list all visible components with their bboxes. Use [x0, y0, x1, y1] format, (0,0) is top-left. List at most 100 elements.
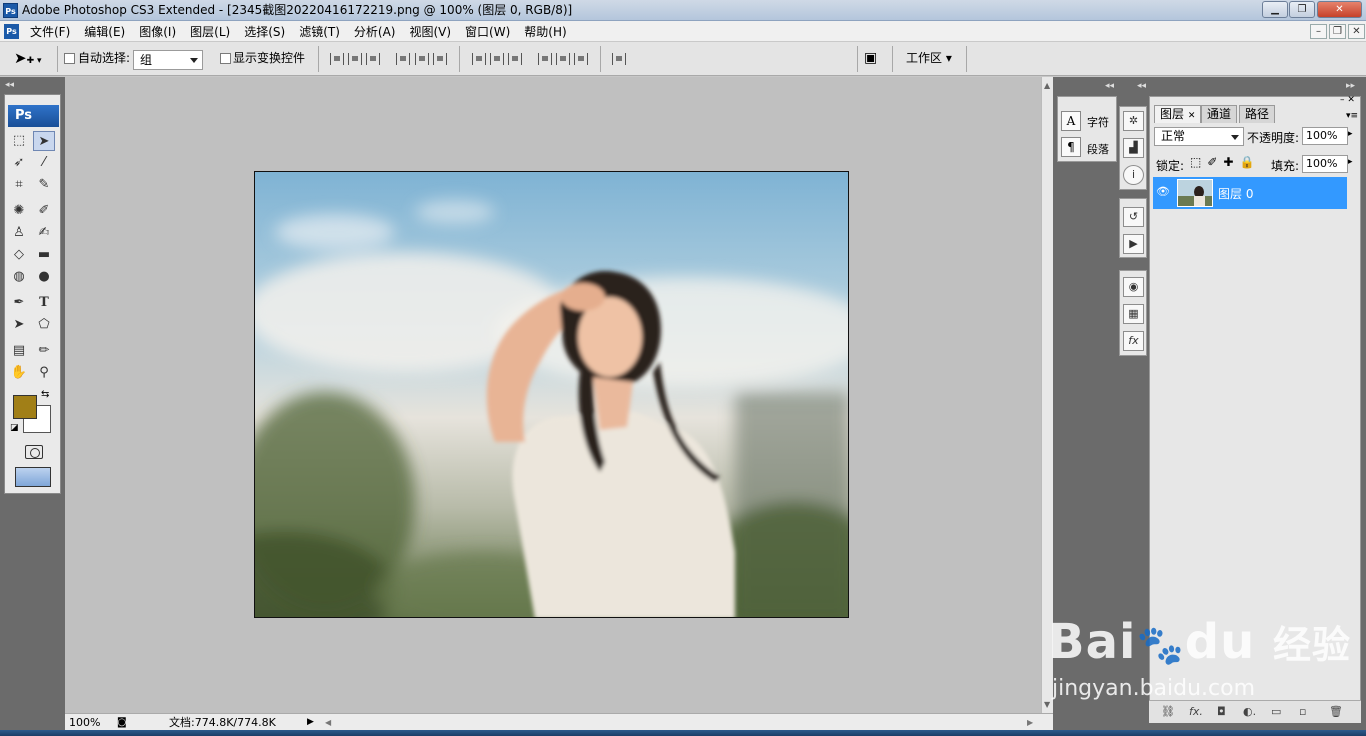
- menu-select[interactable]: 选择(S): [244, 24, 285, 40]
- distribute-top-icon[interactable]: [472, 53, 486, 65]
- character-icon[interactable]: A: [1061, 111, 1081, 131]
- distribute-right-icon[interactable]: [574, 53, 588, 65]
- menu-file[interactable]: 文件(F): [30, 24, 70, 40]
- menu-help[interactable]: 帮助(H): [524, 24, 566, 40]
- history-icon[interactable]: ↺: [1123, 207, 1144, 227]
- align-right-icon[interactable]: [433, 53, 447, 65]
- align-left-icon[interactable]: [396, 53, 410, 65]
- type-tool-icon[interactable]: T: [33, 293, 55, 313]
- color-grid-icon[interactable]: ▦: [1123, 304, 1144, 324]
- panel-menu-icon[interactable]: ▾≡: [1346, 111, 1358, 121]
- character-label[interactable]: 字符: [1087, 114, 1109, 130]
- align-hcenter-icon[interactable]: [415, 53, 429, 65]
- doc-minimize-button[interactable]: –: [1310, 24, 1327, 39]
- menu-view[interactable]: 视图(V): [409, 24, 451, 40]
- lasso-tool-icon[interactable]: ➶: [8, 153, 30, 173]
- info-icon[interactable]: i: [1123, 165, 1144, 185]
- clone-stamp-icon[interactable]: ♙: [8, 223, 30, 243]
- panel-minimize-icon[interactable]: – ✕: [1340, 95, 1355, 105]
- brush-tool-icon[interactable]: ✐: [33, 201, 55, 221]
- blur-tool-icon[interactable]: ◍: [8, 267, 30, 287]
- align-bottom-icon[interactable]: [366, 53, 380, 65]
- close-icon[interactable]: ✕: [1188, 111, 1196, 121]
- tab-paths[interactable]: 路径: [1239, 105, 1276, 123]
- scroll-right-icon[interactable]: ▶: [1027, 715, 1033, 730]
- fill-slider-arrow-icon[interactable]: ▸: [1348, 157, 1353, 167]
- quick-mask-icon[interactable]: [25, 445, 43, 459]
- menu-layer[interactable]: 图层(L): [190, 24, 230, 40]
- history-brush-icon[interactable]: ✍: [33, 223, 55, 243]
- swap-colors-icon[interactable]: ⇆: [41, 389, 49, 400]
- collapse-toolbox-icon[interactable]: ◂◂: [5, 80, 14, 90]
- document-image[interactable]: [254, 171, 849, 618]
- dodge-tool-icon[interactable]: ●: [33, 267, 55, 287]
- pen-tool-icon[interactable]: ✒: [8, 293, 30, 313]
- distribute-vcenter-icon[interactable]: [490, 53, 504, 65]
- divider: [892, 46, 893, 72]
- hand-tool-icon[interactable]: ✋: [8, 363, 30, 383]
- menu-analysis[interactable]: 分析(A): [354, 24, 396, 40]
- auto-select-checkbox[interactable]: [64, 53, 75, 64]
- move-tool-preset-icon[interactable]: ➤✚ ▾: [14, 49, 42, 67]
- opacity-slider-arrow-icon[interactable]: ▸: [1348, 129, 1353, 139]
- align-vcenter-icon[interactable]: [348, 53, 362, 65]
- minimize-button[interactable]: ▁: [1262, 1, 1288, 18]
- screen-mode-icon[interactable]: [15, 467, 51, 487]
- gradient-tool-icon[interactable]: ▬: [33, 245, 55, 265]
- close-button[interactable]: ✕: [1317, 1, 1362, 18]
- menu-filter[interactable]: 滤镜(T): [299, 24, 340, 40]
- distribute-left-icon[interactable]: [538, 53, 552, 65]
- fill-input[interactable]: 100%: [1302, 155, 1348, 173]
- restore-button[interactable]: ❐: [1289, 1, 1315, 18]
- workspace-button[interactable]: 工作区 ▾: [906, 51, 952, 65]
- zoom-tool-icon[interactable]: ⚲: [33, 363, 55, 383]
- healing-brush-icon[interactable]: ✺: [8, 201, 30, 221]
- menu-image[interactable]: 图像(I): [139, 24, 176, 40]
- menu-edit[interactable]: 编辑(E): [84, 24, 125, 40]
- move-tool-icon[interactable]: ➤: [33, 131, 55, 151]
- eyedropper-tool-icon[interactable]: ✏: [33, 341, 55, 361]
- distribute-hcenter-icon[interactable]: [556, 53, 570, 65]
- zoom-level[interactable]: 100%: [69, 715, 100, 730]
- styles-fx-icon[interactable]: fx: [1123, 331, 1144, 351]
- zoom-preview-icon[interactable]: ◙: [117, 715, 127, 730]
- show-transform-checkbox[interactable]: [220, 53, 231, 64]
- scroll-left-icon[interactable]: ◀: [325, 715, 331, 730]
- status-menu-arrow-icon[interactable]: ▶: [307, 715, 314, 730]
- custom-shape-icon[interactable]: ⬠: [33, 315, 55, 335]
- tab-layers[interactable]: 图层 ✕: [1154, 105, 1202, 123]
- collapse-dock-icon[interactable]: ◂◂: [1105, 81, 1114, 91]
- slice-tool-icon[interactable]: ✎: [33, 175, 55, 195]
- actions-icon[interactable]: ▶: [1123, 234, 1144, 254]
- default-colors-icon[interactable]: ◪: [10, 423, 19, 433]
- magic-wand-tool-icon[interactable]: ⁄: [33, 153, 55, 173]
- doc-restore-button[interactable]: ❐: [1329, 24, 1346, 39]
- collapse-dock-icon[interactable]: ▸▸: [1346, 81, 1355, 91]
- layer-row[interactable]: 👁 图层 0: [1153, 177, 1347, 209]
- collapse-dock-icon[interactable]: ◂◂: [1137, 81, 1146, 91]
- eraser-tool-icon[interactable]: ◇: [8, 245, 30, 265]
- menu-window[interactable]: 窗口(W): [465, 24, 510, 40]
- marquee-tool-icon[interactable]: ⬚: [8, 131, 30, 151]
- opacity-input[interactable]: 100%: [1302, 127, 1348, 145]
- path-selection-icon[interactable]: ➤: [8, 315, 30, 335]
- notes-tool-icon[interactable]: ▤: [8, 341, 30, 361]
- doc-close-button[interactable]: ✕: [1348, 24, 1365, 39]
- tab-channels[interactable]: 通道: [1201, 105, 1238, 123]
- histogram-icon[interactable]: ▟: [1123, 138, 1144, 158]
- auto-align-layers-icon[interactable]: [612, 53, 626, 65]
- paragraph-icon[interactable]: ¶: [1061, 137, 1081, 157]
- navigator-icon[interactable]: ✲: [1123, 111, 1144, 131]
- lock-icons[interactable]: ⬚✐✚🔒: [1190, 155, 1260, 169]
- foreground-color-swatch[interactable]: [13, 395, 37, 419]
- paragraph-label[interactable]: 段落: [1087, 141, 1109, 157]
- distribute-bottom-icon[interactable]: [508, 53, 522, 65]
- layer-name[interactable]: 图层 0: [1218, 185, 1253, 202]
- align-top-icon[interactable]: [330, 53, 344, 65]
- swatches-icon[interactable]: ◉: [1123, 277, 1144, 297]
- auto-select-dropdown[interactable]: 组: [133, 50, 203, 70]
- visibility-eye-icon[interactable]: 👁: [1156, 185, 1170, 198]
- bridge-icon[interactable]: ▣: [864, 50, 877, 66]
- crop-tool-icon[interactable]: ⌗: [8, 175, 30, 195]
- blend-mode-dropdown[interactable]: 正常: [1154, 127, 1244, 146]
